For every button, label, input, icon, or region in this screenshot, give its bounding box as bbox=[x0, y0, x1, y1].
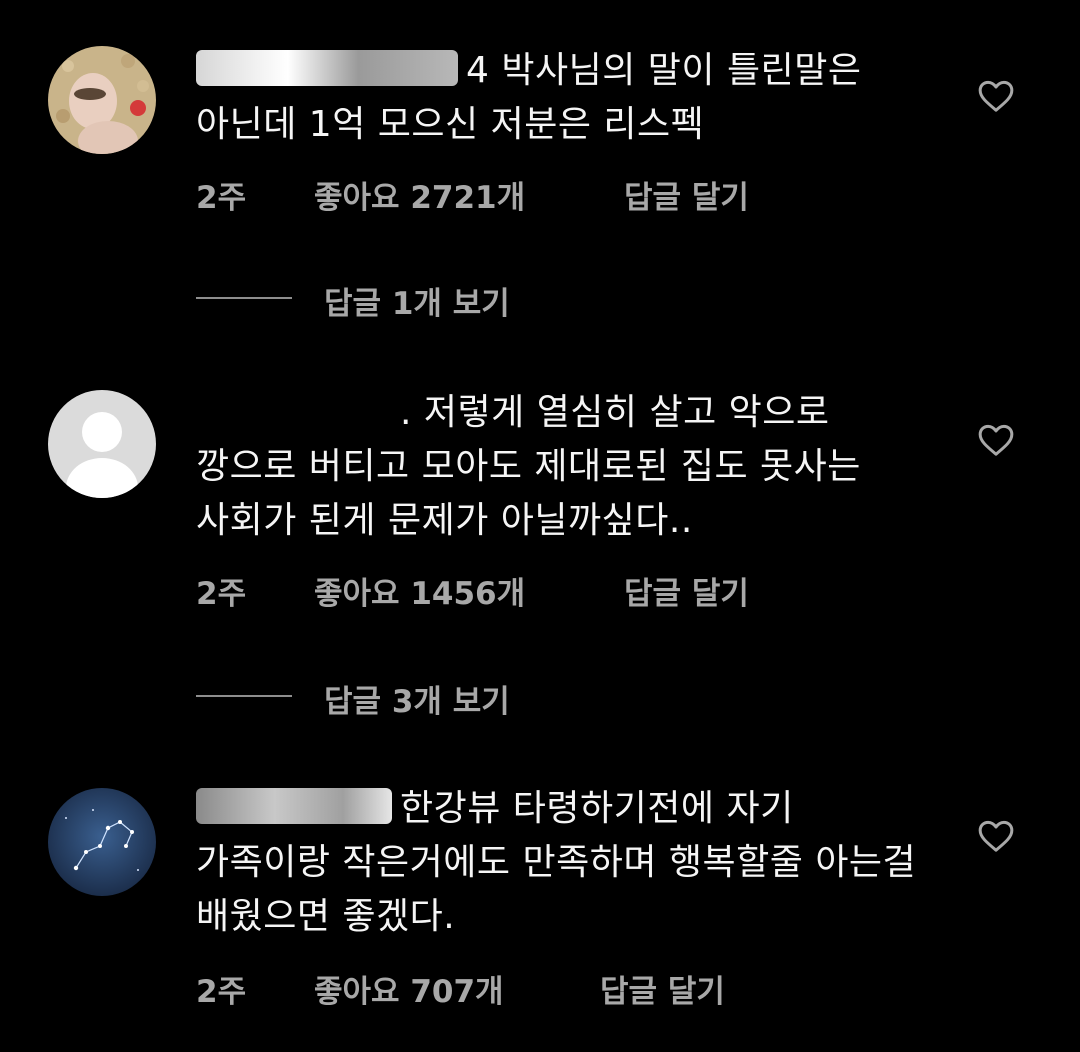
reply-button[interactable]: 답글 달기 bbox=[600, 966, 725, 1011]
like-count[interactable]: 좋아요 2721개 bbox=[314, 172, 525, 217]
view-replies-label: 답글 1개 보기 bbox=[324, 286, 510, 322]
like-count[interactable]: 좋아요 707개 bbox=[314, 966, 504, 1011]
avatar-photo-icon bbox=[48, 46, 156, 154]
like-count[interactable]: 좋아요 1456개 bbox=[314, 568, 525, 613]
comment-text: . 저렇게 열심히 살고 악으로 깡으로 버티고 모아도 제대로된 집도 못사는… bbox=[196, 392, 861, 541]
avatar[interactable] bbox=[48, 46, 156, 154]
replies-divider bbox=[196, 695, 292, 697]
replies-divider bbox=[196, 297, 292, 299]
comment-time: 2주 bbox=[196, 180, 247, 216]
comment-text: 4 박사님의 말이 틀린말은 아닌데 1억 모으신 저분은 리스펙 bbox=[196, 50, 862, 145]
avatar[interactable] bbox=[48, 788, 156, 896]
comment-time: 2주 bbox=[196, 974, 247, 1010]
default-avatar-icon bbox=[48, 390, 156, 498]
username-blurred[interactable] bbox=[196, 50, 458, 86]
username-blurred[interactable] bbox=[196, 392, 392, 428]
reply-button[interactable]: 답글 달기 bbox=[624, 172, 749, 217]
heart-icon[interactable] bbox=[976, 816, 1016, 856]
avatar[interactable] bbox=[48, 390, 156, 498]
constellation-avatar-icon bbox=[48, 788, 156, 896]
view-replies-label: 답글 3개 보기 bbox=[324, 684, 510, 720]
comment-time: 2주 bbox=[196, 576, 247, 612]
comment-text: 한강뷰 타령하기전에 자기 가족이랑 작은거에도 만족하며 행복할줄 아는걸 배… bbox=[196, 788, 917, 937]
heart-icon[interactable] bbox=[976, 420, 1016, 460]
heart-icon[interactable] bbox=[976, 76, 1016, 116]
username-blurred[interactable] bbox=[196, 788, 392, 824]
reply-button[interactable]: 답글 달기 bbox=[624, 568, 749, 613]
